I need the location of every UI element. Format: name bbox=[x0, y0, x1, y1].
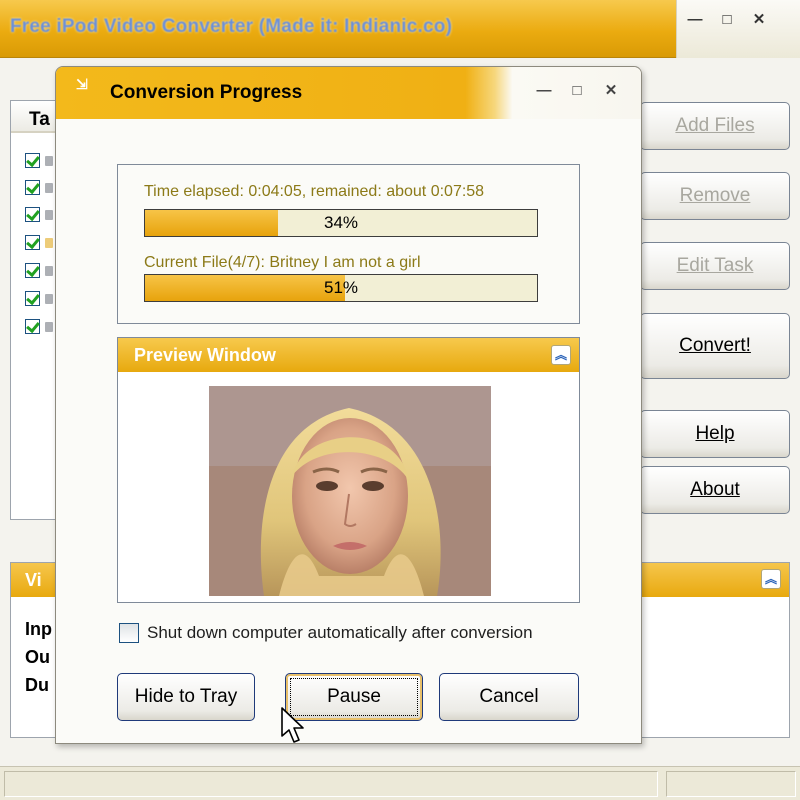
minimize-icon[interactable]: — bbox=[533, 80, 555, 102]
output-label: Ou bbox=[25, 647, 50, 667]
main-window-title: Free iPod Video Converter (Made it: Indi… bbox=[10, 16, 453, 37]
current-file-text: Current File(4/7): Britney I am not a gi… bbox=[144, 254, 421, 271]
task-checkbox[interactable] bbox=[25, 291, 40, 306]
dialog-title: Conversion Progress bbox=[110, 82, 303, 103]
cancel-button[interactable]: Cancel bbox=[439, 673, 579, 721]
status-bar bbox=[0, 766, 800, 800]
close-icon[interactable]: ✕ bbox=[600, 80, 622, 102]
maximize-icon[interactable]: □ bbox=[566, 80, 588, 102]
main-window-controls: — □ ✕ bbox=[676, 0, 800, 58]
task-row-text bbox=[45, 322, 53, 332]
progress-group: Time elapsed: 0:04:05, remained: about 0… bbox=[117, 164, 580, 324]
overall-progress-bar: 34% bbox=[144, 209, 538, 237]
video-preview-image bbox=[209, 386, 491, 596]
task-row-text bbox=[45, 183, 53, 193]
pause-button-label: Pause bbox=[327, 686, 381, 707]
help-button[interactable]: Help bbox=[640, 410, 790, 458]
status-segment bbox=[666, 771, 796, 797]
task-checkbox[interactable] bbox=[25, 319, 40, 334]
add-files-button[interactable]: Add Files bbox=[640, 102, 790, 150]
close-icon[interactable]: ✕ bbox=[749, 10, 769, 30]
shutdown-checkbox[interactable] bbox=[119, 623, 139, 643]
file-progress-bar: 51% bbox=[144, 274, 538, 302]
edit-task-button[interactable]: Edit Task bbox=[640, 242, 790, 290]
status-segment bbox=[4, 771, 658, 797]
task-checkbox[interactable] bbox=[25, 263, 40, 278]
about-button-label: About bbox=[690, 479, 740, 500]
preview-panel: Preview Window ︽ bbox=[117, 337, 580, 603]
maximize-icon[interactable]: □ bbox=[717, 10, 737, 30]
task-row-text bbox=[45, 266, 53, 276]
time-status-text: Time elapsed: 0:04:05, remained: about 0… bbox=[144, 183, 485, 200]
duration-label: Du bbox=[25, 675, 49, 695]
task-checkbox[interactable] bbox=[25, 153, 40, 168]
task-checkbox[interactable] bbox=[25, 235, 40, 250]
preview-header: Preview Window bbox=[118, 338, 579, 372]
preview-frame-illustration bbox=[209, 386, 491, 596]
arrow-icon: ⇲ bbox=[76, 76, 88, 92]
hide-to-tray-button[interactable]: Hide to Tray bbox=[117, 673, 255, 721]
task-row-text bbox=[45, 294, 53, 304]
double-chevron-up-icon[interactable]: ︽ bbox=[761, 569, 781, 589]
task-checkbox[interactable] bbox=[25, 180, 40, 195]
convert-button[interactable]: Convert! bbox=[640, 313, 790, 379]
task-row-text-selected bbox=[45, 238, 53, 248]
shutdown-label: Shut down computer automatically after c… bbox=[147, 623, 533, 642]
main-title-bar: Free iPod Video Converter (Made it: Indi… bbox=[0, 0, 800, 58]
file-progress-label: 51% bbox=[323, 278, 359, 297]
double-chevron-up-icon[interactable]: ︽ bbox=[551, 345, 571, 365]
minimize-icon[interactable]: — bbox=[685, 10, 705, 30]
remove-button[interactable]: Remove bbox=[640, 172, 790, 220]
task-row-text bbox=[45, 156, 53, 166]
help-button-label: Help bbox=[695, 423, 735, 444]
mouse-cursor-icon bbox=[281, 707, 304, 743]
overall-progress-label: 34% bbox=[323, 213, 359, 232]
conversion-progress-dialog: ⇲ Conversion Progress — □ ✕ Time elapsed… bbox=[55, 66, 642, 744]
pause-button[interactable]: Pause bbox=[285, 673, 423, 721]
dialog-title-bar: ⇲ Conversion Progress — □ ✕ bbox=[56, 67, 641, 119]
about-button[interactable]: About bbox=[640, 466, 790, 514]
convert-button-label: Convert! bbox=[679, 335, 751, 356]
task-checkbox[interactable] bbox=[25, 207, 40, 222]
task-row-text bbox=[45, 210, 53, 220]
input-label: Inp bbox=[25, 619, 52, 639]
